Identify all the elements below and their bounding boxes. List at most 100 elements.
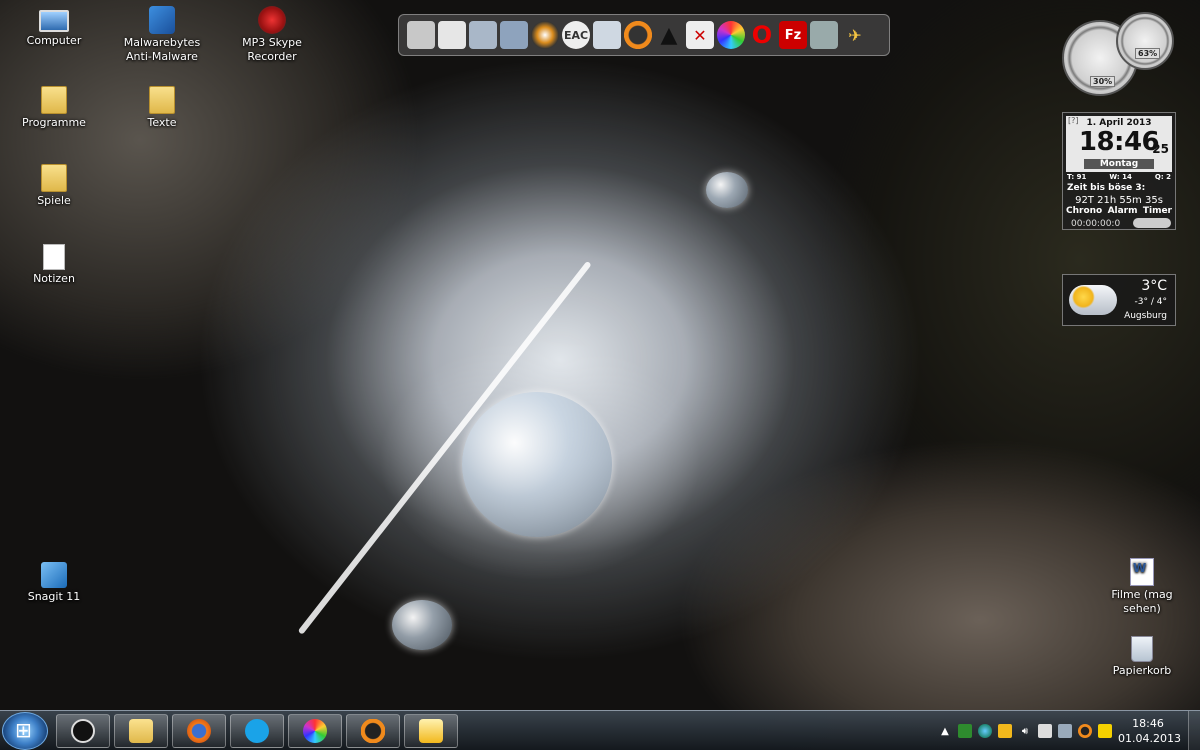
clock-meta: T: 91 W: 14 Q: 2 <box>1067 173 1171 181</box>
tray-expand-icon[interactable]: ▲ <box>938 724 952 738</box>
wallpaper-water-drop <box>706 172 748 208</box>
start-button[interactable] <box>2 712 48 750</box>
quick-launch-bar: EAC ▲ ✕ O Fz ✈ <box>398 14 890 56</box>
mail-tray-icon[interactable] <box>998 724 1012 738</box>
jet-icon[interactable]: ✈ <box>841 21 869 49</box>
opera-icon[interactable]: O <box>748 21 776 49</box>
window-icon[interactable] <box>469 21 497 49</box>
clock-face: [?] 1. April 2013 18:46 25 Montag <box>1066 116 1172 172</box>
disc-burner-icon[interactable] <box>531 21 559 49</box>
countdown-label: Zeit bis böse 3: <box>1067 183 1146 193</box>
weather-city: Augsburg <box>1124 311 1167 321</box>
taskbar-app-orange-ring[interactable] <box>346 714 400 748</box>
cpu-percent: 30% <box>1090 76 1116 87</box>
desktop-icon-spiele[interactable]: Spiele <box>4 164 104 208</box>
desktop-icon-label: Programme <box>22 116 86 129</box>
cd-ripper-icon[interactable] <box>593 21 621 49</box>
wallpaper-water-drop <box>462 392 612 537</box>
desktop-icon-label: MP3 Skype Recorder <box>242 36 302 63</box>
clock-meta-w: W: 14 <box>1109 173 1132 181</box>
system-tray: ▲ 🔊︎ <box>938 711 1112 750</box>
window-icon[interactable] <box>500 21 528 49</box>
globe-icon[interactable] <box>978 724 992 738</box>
taskbar-app-color[interactable] <box>288 714 342 748</box>
clock-seconds: 25 <box>1152 142 1169 156</box>
clock-day: Montag <box>1084 159 1154 169</box>
memory-gauge[interactable]: 63% <box>1116 12 1174 70</box>
utility-icon[interactable] <box>810 21 838 49</box>
desktop-icon-label: Texte <box>147 116 177 129</box>
show-desktop-button[interactable] <box>1188 711 1200 750</box>
sticky-note-tray-icon[interactable] <box>1098 724 1112 738</box>
desktop-icon-computer[interactable]: Computer <box>4 6 104 48</box>
desktop-icon-programme[interactable]: Programme <box>4 86 104 130</box>
black-arrow-icon[interactable]: ▲ <box>655 21 683 49</box>
taskbar-app-explorer[interactable] <box>114 714 168 748</box>
memory-percent: 63% <box>1135 48 1161 59</box>
desktop-icon-label: Notizen <box>33 272 75 285</box>
clock-tabs: Chrono Alarm Timer <box>1066 206 1172 216</box>
taskbar-time: 18:46 <box>1132 717 1164 730</box>
desktop-icon-label: Computer <box>26 34 82 47</box>
desktop-icon-texte[interactable]: Texte <box>112 86 212 130</box>
desktop-icon-label: Spiele <box>37 194 71 207</box>
explorer-folder-icon <box>129 719 153 743</box>
tab-chrono[interactable]: Chrono <box>1066 206 1102 216</box>
desktop-icon-snagit[interactable]: Snagit 11 <box>4 562 104 604</box>
snagit-icon <box>41 562 67 588</box>
volume-icon[interactable]: 🔊︎ <box>1018 724 1032 738</box>
clock-meta-t: T: 91 <box>1067 173 1087 181</box>
clock-meta-q: Q: 2 <box>1154 173 1171 181</box>
taskbar-date: 01.04.2013 <box>1118 732 1181 745</box>
folder-icon <box>149 86 175 114</box>
orange-ring-icon[interactable] <box>624 21 652 49</box>
unknown-app-icon[interactable] <box>407 21 435 49</box>
desktop-icon-papierkorb[interactable]: Papierkorb <box>1092 636 1192 678</box>
chrono-controls[interactable] <box>1133 218 1171 228</box>
chrono-value: 00:00:00:0 <box>1071 219 1121 229</box>
orange-ring-icon <box>361 719 385 743</box>
taskbar-app-skype[interactable] <box>230 714 284 748</box>
mail-icon <box>419 719 443 743</box>
weather-range: -3° / 4° <box>1134 297 1167 307</box>
desktop-icon-label: Malwarebytes <box>123 36 201 49</box>
folder-icon <box>41 164 67 192</box>
help-icon[interactable]: [?] <box>1068 116 1079 125</box>
desktop-icon-malwarebytes[interactable]: Malwarebytes Anti-Malware <box>112 6 212 64</box>
weather-temperature: 3°C <box>1141 278 1167 294</box>
computer-icon <box>39 10 69 32</box>
desktop-icon-filme[interactable]: Filme (mag sehen) <box>1092 558 1192 616</box>
filezilla-icon[interactable]: Fz <box>779 21 807 49</box>
clock-gadget[interactable]: [?] 1. April 2013 18:46 25 Montag T: 91 … <box>1062 112 1176 230</box>
network-activity-icon[interactable] <box>958 724 972 738</box>
desktop-icon-label: Snagit 11 <box>27 590 81 603</box>
malwarebytes-icon <box>149 6 175 34</box>
weather-gadget[interactable]: 3°C -3° / 4° Augsburg <box>1062 274 1176 326</box>
firefox-icon <box>187 719 211 743</box>
desktop-icon-label: Filme (mag sehen) <box>1111 588 1173 615</box>
eac-icon[interactable]: EAC <box>562 21 590 49</box>
tab-timer[interactable]: Timer <box>1143 206 1172 216</box>
notepad-icon[interactable] <box>438 21 466 49</box>
tab-alarm[interactable]: Alarm <box>1108 206 1138 216</box>
taskbar-app-foobar[interactable] <box>56 714 110 748</box>
text-document-icon <box>43 244 65 270</box>
taskbar-app-firefox[interactable] <box>172 714 226 748</box>
color-ball-icon[interactable] <box>717 21 745 49</box>
action-center-icon[interactable] <box>1038 724 1052 738</box>
word-document-icon <box>1130 558 1154 586</box>
color-ball-icon <box>303 719 327 743</box>
desktop-icon-mp3-skype-recorder[interactable]: MP3 Skype Recorder <box>222 6 322 64</box>
taskbar-clock[interactable]: 18:46 01.04.2013 <box>1118 716 1181 746</box>
orange-ring-tray-icon[interactable] <box>1078 724 1092 738</box>
x-tool-icon[interactable]: ✕ <box>686 21 714 49</box>
wallpaper-water-drop <box>392 600 452 650</box>
taskbar: ▲ 🔊︎ 18:46 01.04.2013 <box>0 710 1200 750</box>
recycle-bin-icon <box>1131 636 1153 662</box>
skype-icon <box>245 719 269 743</box>
desktop-icon-notizen[interactable]: Notizen <box>4 244 104 286</box>
foobar-icon <box>71 719 95 743</box>
monitor-tray-icon[interactable] <box>1058 724 1072 738</box>
taskbar-app-mail[interactable] <box>404 714 458 748</box>
countdown-value: 92T 21h 55m 35s <box>1075 195 1163 206</box>
